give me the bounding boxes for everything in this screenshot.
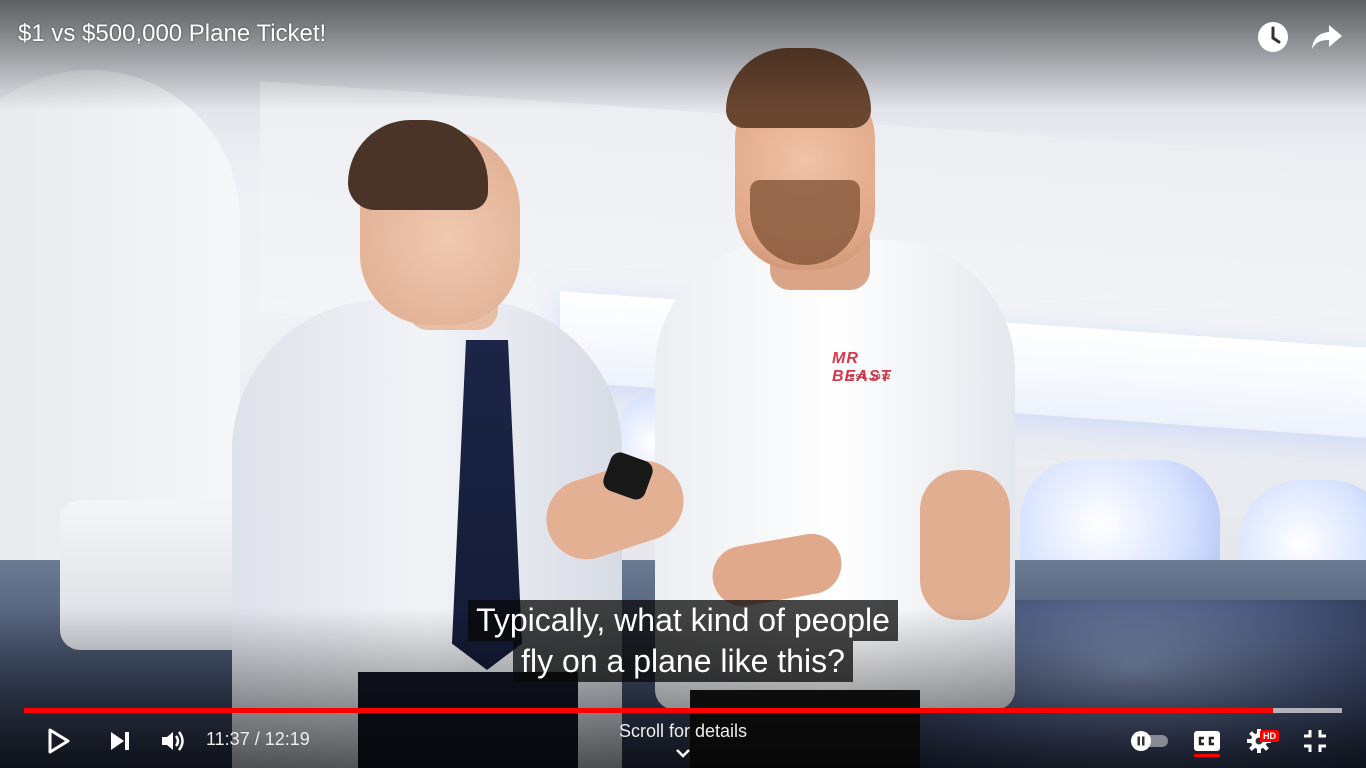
hd-badge: HD <box>1260 730 1279 742</box>
caption-line-1: Typically, what kind of people <box>468 600 898 641</box>
progress-bar[interactable] <box>24 708 1342 713</box>
volume-button[interactable] <box>154 722 192 760</box>
cc-icon <box>1194 731 1220 751</box>
share-button[interactable] <box>1308 18 1346 56</box>
scroll-for-details[interactable]: Scroll for details <box>583 721 783 742</box>
pause-toggle-icon <box>1131 731 1168 751</box>
shirt-logo-subtext: EST. 2012 <box>850 374 892 381</box>
next-button[interactable] <box>101 722 139 760</box>
caption-line-2: fly on a plane like this? <box>513 641 853 682</box>
play-icon <box>48 728 70 754</box>
share-arrow-icon <box>1312 25 1342 49</box>
time-display: 11:37 / 12:19 <box>206 729 310 749</box>
person-right-arm <box>920 470 1010 620</box>
top-gradient <box>0 0 1366 110</box>
exit-fullscreen-button[interactable] <box>1296 722 1334 760</box>
cc-active-indicator <box>1194 754 1220 757</box>
autoplay-toggle[interactable] <box>1126 722 1174 760</box>
exit-fullscreen-icon <box>1304 730 1326 752</box>
captions-window: Typically, what kind of people fly on a … <box>0 600 1366 682</box>
watch-later-button[interactable] <box>1254 18 1292 56</box>
play-button[interactable] <box>40 722 78 760</box>
progress-played <box>24 708 1274 713</box>
clock-icon <box>1258 22 1288 52</box>
next-icon <box>111 732 129 750</box>
volume-icon <box>162 731 184 751</box>
video-title[interactable]: $1 vs $500,000 Plane Ticket! <box>18 20 326 48</box>
chevron-down-icon[interactable] <box>674 746 692 760</box>
shirt-logo: MR BEAST EST. 2012 <box>832 350 922 410</box>
